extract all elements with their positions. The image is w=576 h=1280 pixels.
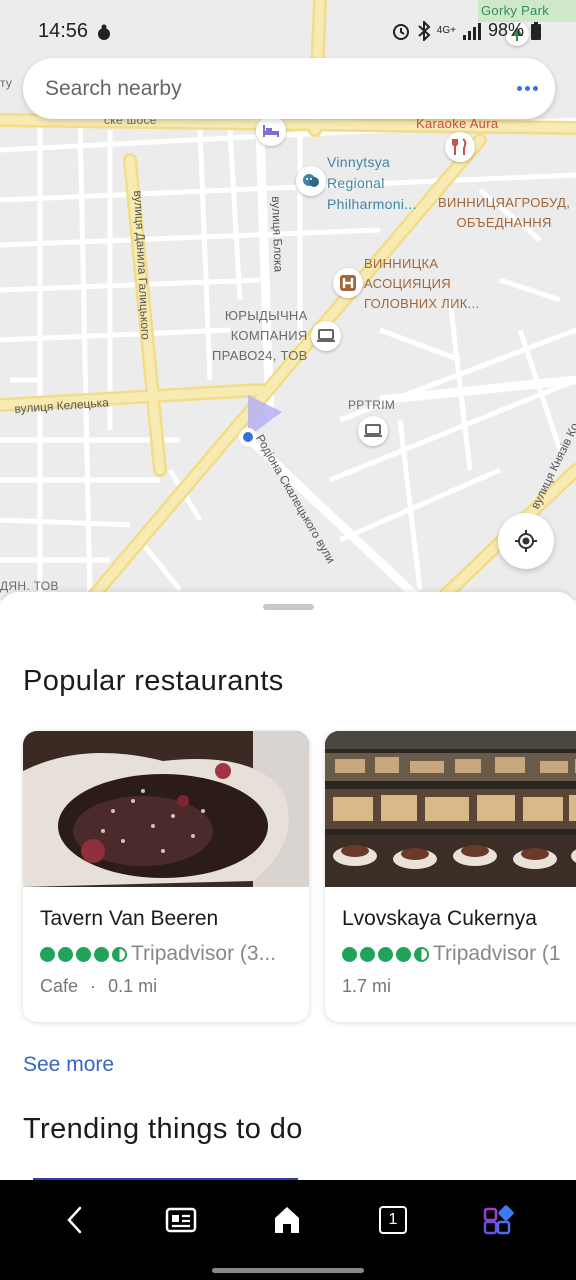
theater-pin-icon[interactable]	[296, 166, 326, 196]
back-button[interactable]	[52, 1198, 98, 1242]
bottom-sheet[interactable]: Popular restaurants Tavern Van Beeren Tr…	[0, 592, 576, 1182]
news-icon	[165, 1207, 197, 1233]
notification-icon	[98, 24, 110, 40]
more-dots-icon[interactable]	[513, 74, 541, 102]
tabs-count: 1	[379, 1206, 407, 1234]
signal-icon	[462, 22, 481, 40]
home-icon	[275, 1207, 299, 1233]
restaurant-card[interactable]: Lvovskaya Cukernya Tripadvisor (1 1.7 mi	[325, 731, 576, 1022]
apps-button[interactable]	[476, 1198, 522, 1242]
restaurant-rating: Tripadvisor (3...	[40, 942, 276, 966]
business-pin-icon[interactable]	[358, 416, 388, 446]
map-label-partial: ту	[0, 76, 13, 90]
search-input[interactable]	[45, 72, 485, 106]
rating-source: Tripadvisor (1	[433, 942, 561, 965]
tabs-button[interactable]: 1	[370, 1198, 416, 1242]
network-type: 4G+	[436, 24, 456, 36]
rating-dots-icon	[342, 946, 429, 962]
map-label-prtrim[interactable]: PPTRIM	[348, 398, 395, 412]
battery-icon	[531, 21, 541, 40]
map-label-partial-bottom: ДЯН. ТОВ	[0, 579, 59, 593]
restaurant-name: Tavern Van Beeren	[40, 907, 219, 930]
bluetooth-icon	[418, 20, 431, 41]
restaurant-photo	[325, 731, 576, 887]
trending-title: Trending things to do	[23, 1113, 303, 1145]
browser-nav-bar: 1	[0, 1180, 576, 1280]
gesture-bar[interactable]	[212, 1268, 364, 1273]
street-bloka: вулиця Блока	[269, 196, 286, 273]
rating-source: Tripadvisor (3...	[131, 942, 277, 965]
restaurant-card[interactable]: Tavern Van Beeren Tripadvisor (3... Cafe…	[23, 731, 309, 1022]
map-label-law[interactable]: ЮРЫДЫЧНА КОМПАНИЯ ПРАВО24, ТОВ	[212, 306, 308, 366]
search-bar[interactable]	[23, 58, 555, 119]
see-more-link[interactable]: See more	[23, 1053, 114, 1077]
hotel-pin-icon[interactable]	[256, 116, 286, 146]
meta-separator: ·	[90, 976, 97, 996]
apps-grid-icon	[483, 1205, 514, 1235]
map-label-agro[interactable]: ВИННИЦЯАГРОБУД, ОБЪЕДНАННЯ	[438, 193, 570, 233]
restaurant-name: Lvovskaya Cukernya	[342, 907, 537, 930]
restaurant-distance: 0.1 mi	[108, 976, 158, 996]
home-button[interactable]	[264, 1198, 310, 1242]
office-pin-icon[interactable]	[311, 321, 341, 351]
hospital-pin-icon[interactable]	[333, 268, 363, 298]
status-time: 14:56	[38, 20, 89, 42]
status-icons: 4G+ 98%	[391, 20, 542, 41]
map-label-philharmonic[interactable]: Vinnytsya Regional Philharmoni...	[327, 152, 417, 215]
restaurant-photo	[23, 731, 309, 887]
restaurant-category: Cafe	[40, 976, 79, 996]
my-location-icon	[515, 530, 537, 552]
sheet-drag-handle[interactable]	[263, 604, 314, 610]
my-location-button[interactable]	[498, 513, 554, 569]
restaurant-meta: 1.7 mi	[342, 976, 391, 997]
popular-restaurants-title: Popular restaurants	[23, 665, 284, 697]
news-button[interactable]	[158, 1198, 204, 1242]
restaurant-meta: Cafe · 0.1 mi	[40, 976, 157, 997]
restaurant-pin-icon[interactable]	[445, 132, 475, 162]
battery-percent: 98%	[487, 20, 524, 40]
rating-dots-icon	[40, 946, 127, 962]
back-arrow-icon	[67, 1206, 82, 1234]
restaurant-distance: 1.7 mi	[342, 976, 392, 996]
map-label-association[interactable]: ВИННИЦКА АСОЦИЯЦИЯ ГОЛОВНИХ ЛИК...	[364, 254, 479, 314]
restaurant-rating: Tripadvisor (1	[342, 942, 561, 966]
alarm-icon	[392, 23, 409, 40]
status-bar: 14:56 4G+ 98%	[0, 14, 576, 50]
